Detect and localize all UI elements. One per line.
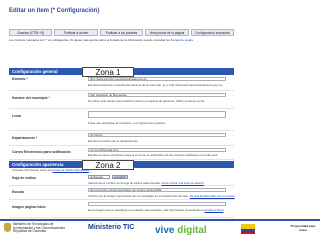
home-image-field[interactable]	[88, 202, 226, 206]
domain-help: Escriba la dirección completa del domini…	[88, 83, 223, 87]
toolbar: Guardar (CTRL+S) Publicar a la web Publi…	[9, 29, 235, 36]
required-fields-note: Los campos marcados con * son obligatori…	[9, 38, 234, 42]
department-field[interactable]: (Territorio)	[88, 133, 226, 137]
home-image-help: Es la imagen que se despliega en el dise…	[88, 208, 223, 212]
email-field[interactable]: tmv.com@hotmail.com	[88, 148, 226, 152]
preview-button[interactable]: Vista previa de la página	[145, 29, 189, 36]
motto-label: Lema	[12, 114, 21, 118]
municipality-field[interactable]: San Sebastián de Buenavista	[88, 93, 226, 97]
email-row: Correo Electrónico para notificación tmv…	[9, 147, 234, 160]
municipality-label: Nombre del municipio *	[12, 96, 50, 100]
prosperity-slogan: Prosperidad para todos	[290, 224, 316, 232]
ministry-text: Ministerio de Tecnologías de la Informac…	[13, 222, 65, 234]
publish-web-button[interactable]: Publicar a la web	[54, 29, 98, 36]
advanced-config-button[interactable]: Configuración avanzada	[190, 29, 235, 36]
publish-portals-button[interactable]: Publicar a los portales	[99, 29, 144, 36]
vive-digital-logo: vive digital	[155, 225, 207, 236]
stylesheet-select[interactable]: azul/verde	[88, 175, 110, 179]
update-button[interactable]: actualizar	[112, 175, 128, 179]
stylesheet-help-text: Seleccione el nombre de la hoja de estil…	[88, 181, 161, 185]
digital-word: digital	[177, 225, 207, 236]
home-image-row: Imagen página inicio Es la imagen que se…	[9, 201, 234, 218]
municipality-help: No utilice este campo para escribir el l…	[88, 99, 205, 103]
stylesheet-help-link[interactable]: Cómo incluir una hoja de estilos?	[161, 181, 204, 185]
zone-1-label: Zona 1	[82, 67, 134, 77]
page-title: Editar un ítem (* Configuración)	[9, 8, 100, 14]
email-label: Correo Electrónico para notificación	[12, 150, 71, 154]
home-image-label: Imagen página inicio	[12, 205, 46, 209]
shield-help: Archivo con la imagen del escudo que se …	[88, 194, 235, 198]
domain-label: Dominio *	[12, 77, 28, 81]
shield-row: Escudo http://ejemplo.municipiosvirtuale…	[9, 187, 235, 200]
stylesheet-controls: azul/verde actualizar	[88, 175, 128, 179]
motto-row: Lema Frase que identifique al municipio …	[9, 110, 234, 131]
stylesheet-help: Seleccione el nombre de la hoja de estil…	[88, 181, 204, 185]
motto-field[interactable]	[88, 111, 226, 118]
stylesheet-label: Hoja de estilos	[12, 176, 36, 180]
vive-word: vive	[155, 225, 175, 236]
themes-info-text: Consulte información sobre los	[12, 168, 52, 172]
department-row: Departamento * (Territorio) Escriba el n…	[9, 132, 234, 146]
coat-of-arms-icon	[4, 223, 11, 232]
department-help: Escriba el nombre de su departamento	[88, 139, 138, 143]
domain-row: Dominio * http://www.ejemplo.municipiosv…	[9, 76, 234, 91]
email-help: Escriba el correo electrónico para el en…	[88, 153, 218, 157]
shield-size-link[interactable]: De qué tamaño debe ser el escudo	[190, 194, 235, 198]
stylesheet-row: Hoja de estilos azul/verde actualizar Se…	[9, 174, 234, 186]
municipality-row: Nombre del municipio * San Sebastián de …	[9, 92, 234, 109]
motto-help: Frase que identifique al municipio o el …	[88, 121, 166, 125]
domain-field[interactable]: http://www.ejemplo.municipiosvirtuales.g…	[88, 77, 226, 81]
home-image-help-text: Es la imagen que se despliega en el dise…	[88, 208, 204, 212]
zone-2-label: Zona 2	[82, 160, 134, 170]
shield-help-text: Archivo con la imagen del escudo que se …	[88, 194, 189, 198]
help-topics-link[interactable]: Temas de ayuda	[171, 38, 193, 42]
online-help-link[interactable]: ayuda en línea	[205, 208, 224, 212]
ministry-line-3: República de Colombia	[13, 229, 46, 234]
note-text: Los campos marcados con * son obligatori…	[9, 38, 171, 42]
save-button[interactable]: Guardar (CTRL+S)	[9, 29, 53, 36]
themes-info: Consulte información sobre los temas de …	[12, 168, 89, 172]
shield-label: Escudo	[12, 190, 25, 194]
department-label: Departamento *	[12, 136, 38, 140]
shield-field[interactable]: http://ejemplo.municipiosvirtuales.gov.c…	[88, 188, 226, 192]
mintic-logo-text: Ministerio TIC	[88, 224, 135, 231]
flag-icon	[241, 224, 255, 234]
